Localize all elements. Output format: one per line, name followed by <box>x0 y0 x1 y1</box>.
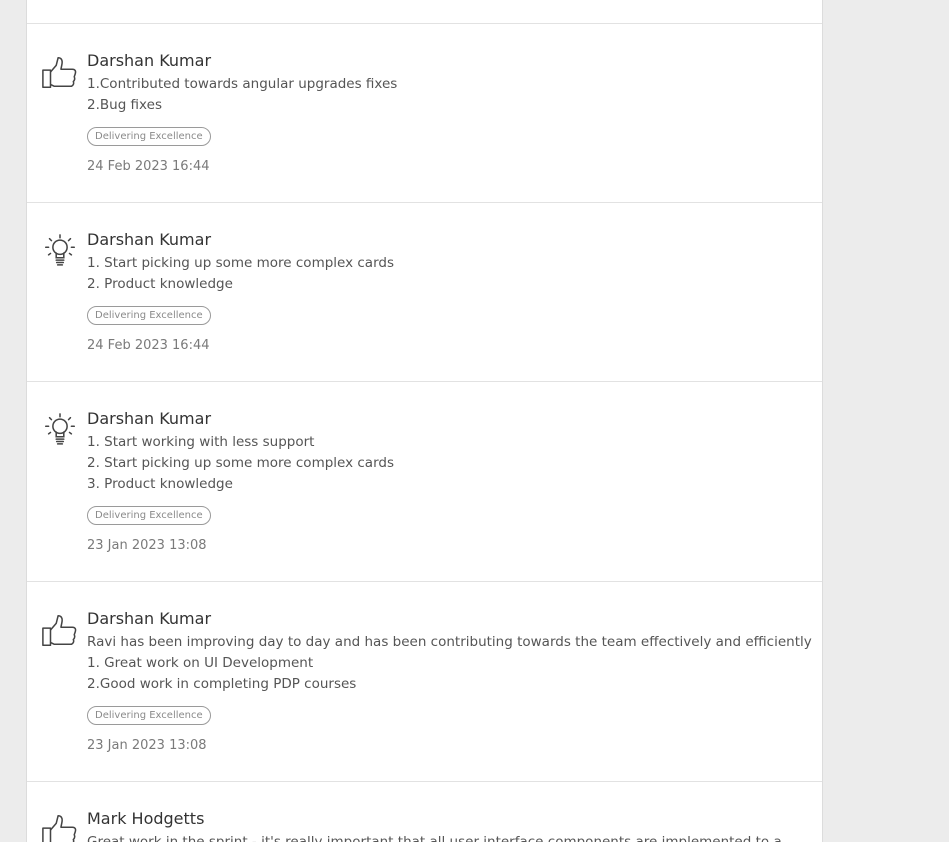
message-line: 2.Good work in completing PDP courses <box>87 676 357 692</box>
message-line: 3. Product knowledge <box>87 476 233 492</box>
timestamp: 23 Jan 2023 13:08 <box>87 538 207 553</box>
message-line: 1. Start working with less support <box>87 434 315 450</box>
message-line: 2. Start picking up some more complex ca… <box>87 455 394 471</box>
message-line: 2. Product knowledge <box>87 276 233 292</box>
timestamp: 24 Feb 2023 16:44 <box>87 159 210 174</box>
message-line: 1.Contributed towards angular upgrades f… <box>87 76 398 92</box>
feedback-card: Darshan Kumar 1. Start picking up some m… <box>27 203 822 382</box>
feedback-feed-panel: Darshan Kumar 1.Contributed towards angu… <box>26 0 823 842</box>
author-name: Darshan Kumar <box>87 51 212 70</box>
message-line: Ravi has been improving day to day and h… <box>87 634 812 650</box>
message-line: Great work in the sprint - it's really i… <box>87 834 782 842</box>
lightbulb-icon <box>41 412 79 450</box>
timestamp: 23 Jan 2023 13:08 <box>87 738 207 753</box>
author-name: Mark Hodgetts <box>87 809 205 828</box>
thumbs-up-icon <box>41 812 79 842</box>
author-name: Darshan Kumar <box>87 409 212 428</box>
lightbulb-icon <box>41 233 79 271</box>
previous-card-bottom <box>27 0 822 24</box>
author-name: Darshan Kumar <box>87 609 212 628</box>
message-line: 1. Start picking up some more complex ca… <box>87 255 394 271</box>
thumbs-up-icon <box>41 54 79 92</box>
message-line: 1. Great work on UI Development <box>87 655 314 671</box>
message-line: 2.Bug fixes <box>87 97 162 113</box>
value-tag[interactable]: Delivering Excellence <box>87 127 211 146</box>
author-name: Darshan Kumar <box>87 230 212 249</box>
feedback-card: Darshan Kumar Ravi has been improving da… <box>27 582 822 782</box>
value-tag[interactable]: Delivering Excellence <box>87 706 211 725</box>
value-tag[interactable]: Delivering Excellence <box>87 506 211 525</box>
timestamp: 24 Feb 2023 16:44 <box>87 338 210 353</box>
feedback-card: Darshan Kumar 1. Start working with less… <box>27 382 822 582</box>
thumbs-up-icon <box>41 612 79 650</box>
value-tag[interactable]: Delivering Excellence <box>87 306 211 325</box>
feedback-card: Mark Hodgetts Great work in the sprint -… <box>27 782 822 842</box>
feedback-card: Darshan Kumar 1.Contributed towards angu… <box>27 24 822 203</box>
